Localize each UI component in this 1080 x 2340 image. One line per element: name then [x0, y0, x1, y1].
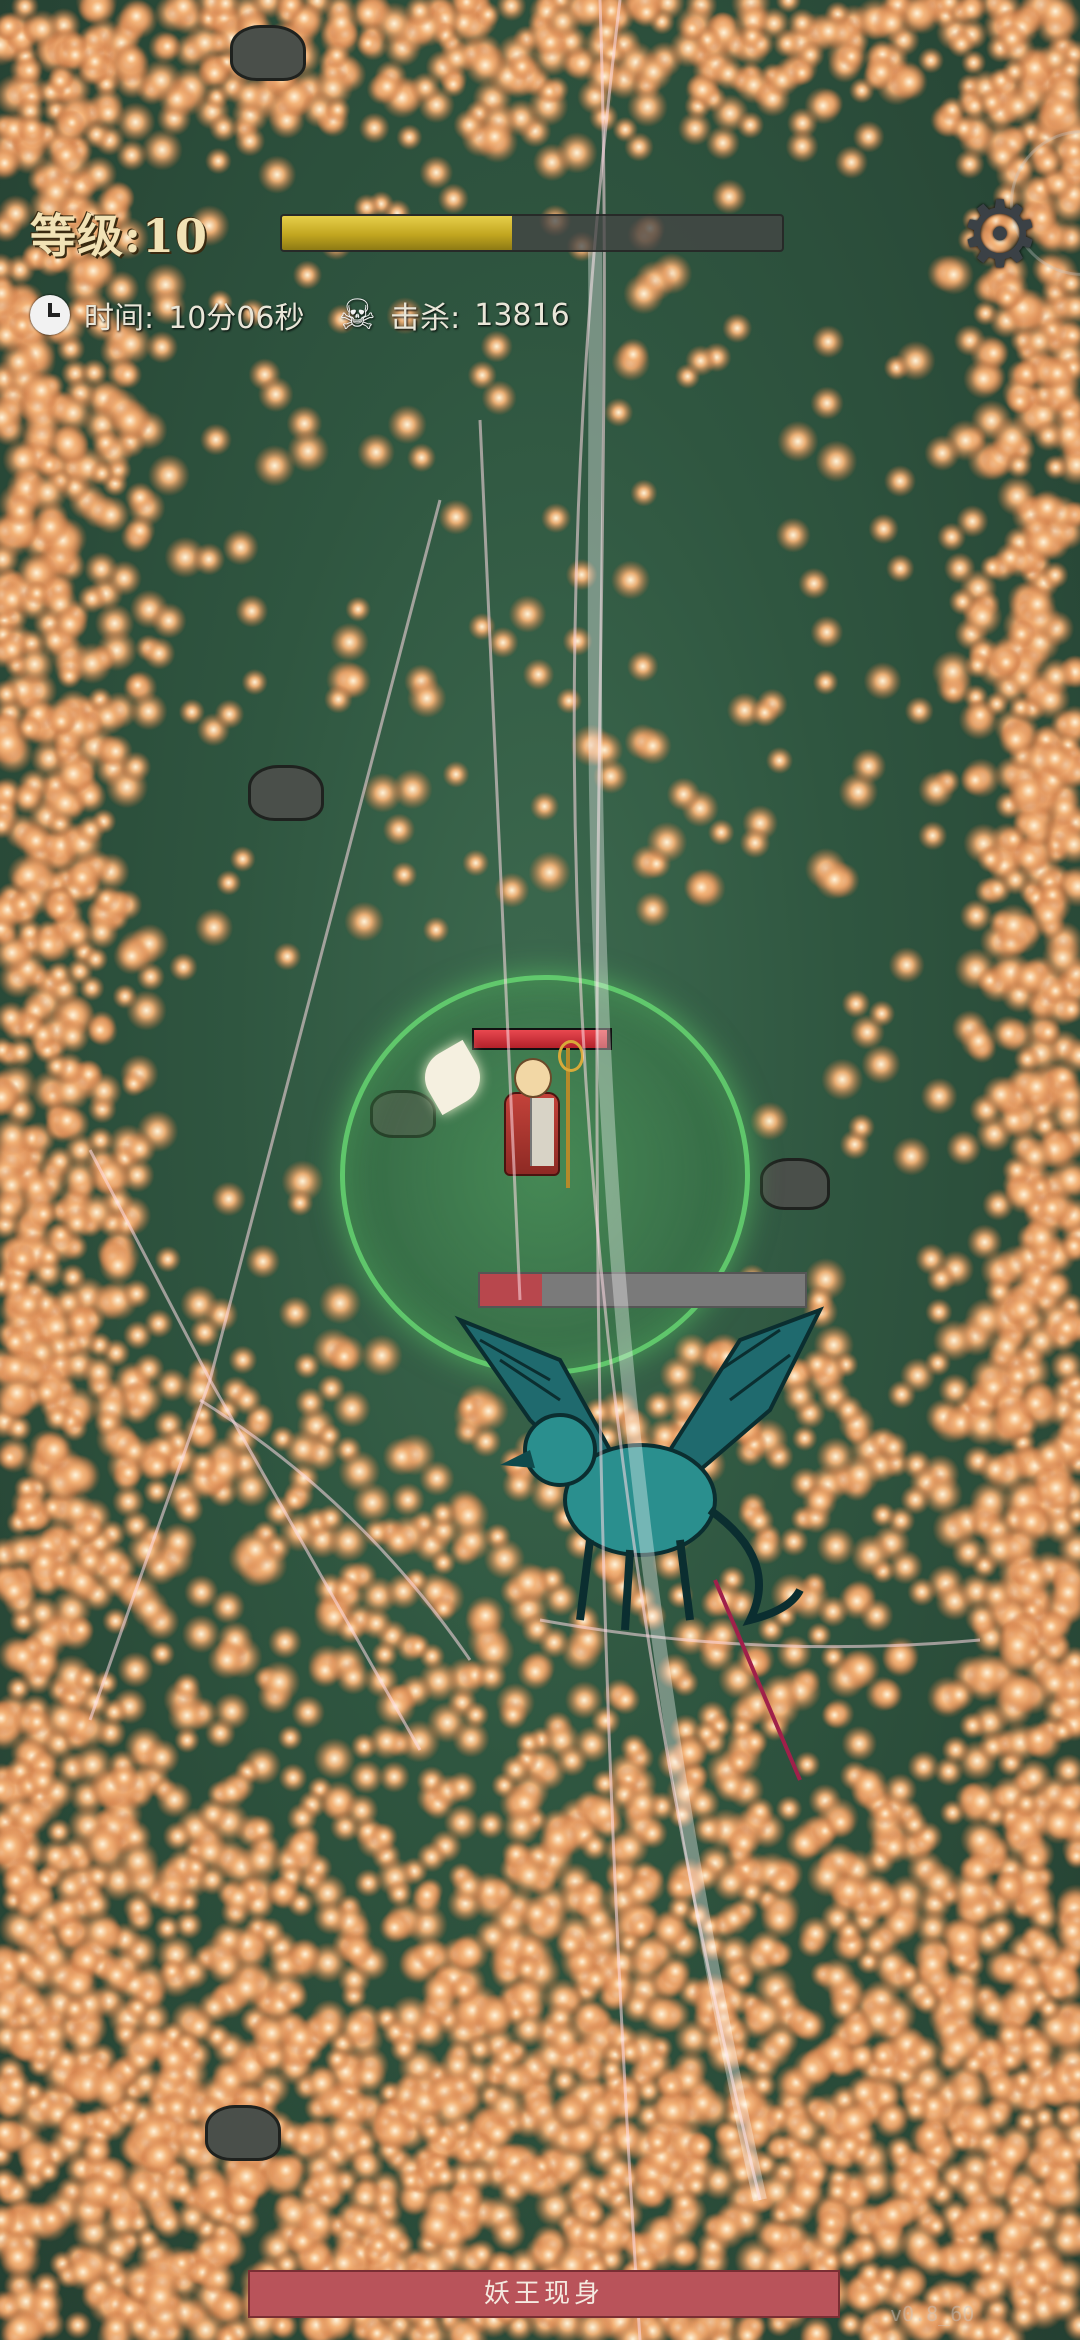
xp-bar	[280, 214, 784, 252]
clock-icon	[30, 295, 70, 335]
game-stage[interactable]: 等级:10 ⚙ 时间: 10分06秒 ☠ 击杀: 13816 妖王现身 v0.8…	[0, 0, 1080, 2340]
player-level: 等级:10	[30, 209, 208, 263]
xp-fill	[282, 216, 512, 250]
skull-icon: ☠	[338, 290, 377, 339]
stats-row: 时间: 10分06秒 ☠ 击杀: 13816	[30, 290, 570, 340]
boss-banner: 妖王现身	[248, 2270, 840, 2318]
light-trails	[88, 0, 981, 2340]
version-text: v0.8_60	[890, 2302, 975, 2326]
kills-label: 击杀:	[390, 301, 461, 336]
kills-value: 13816	[474, 297, 570, 333]
time-value: 10分06秒	[168, 301, 305, 336]
time-label: 时间:	[84, 301, 155, 336]
gear-icon[interactable]: ⚙	[955, 189, 1045, 281]
